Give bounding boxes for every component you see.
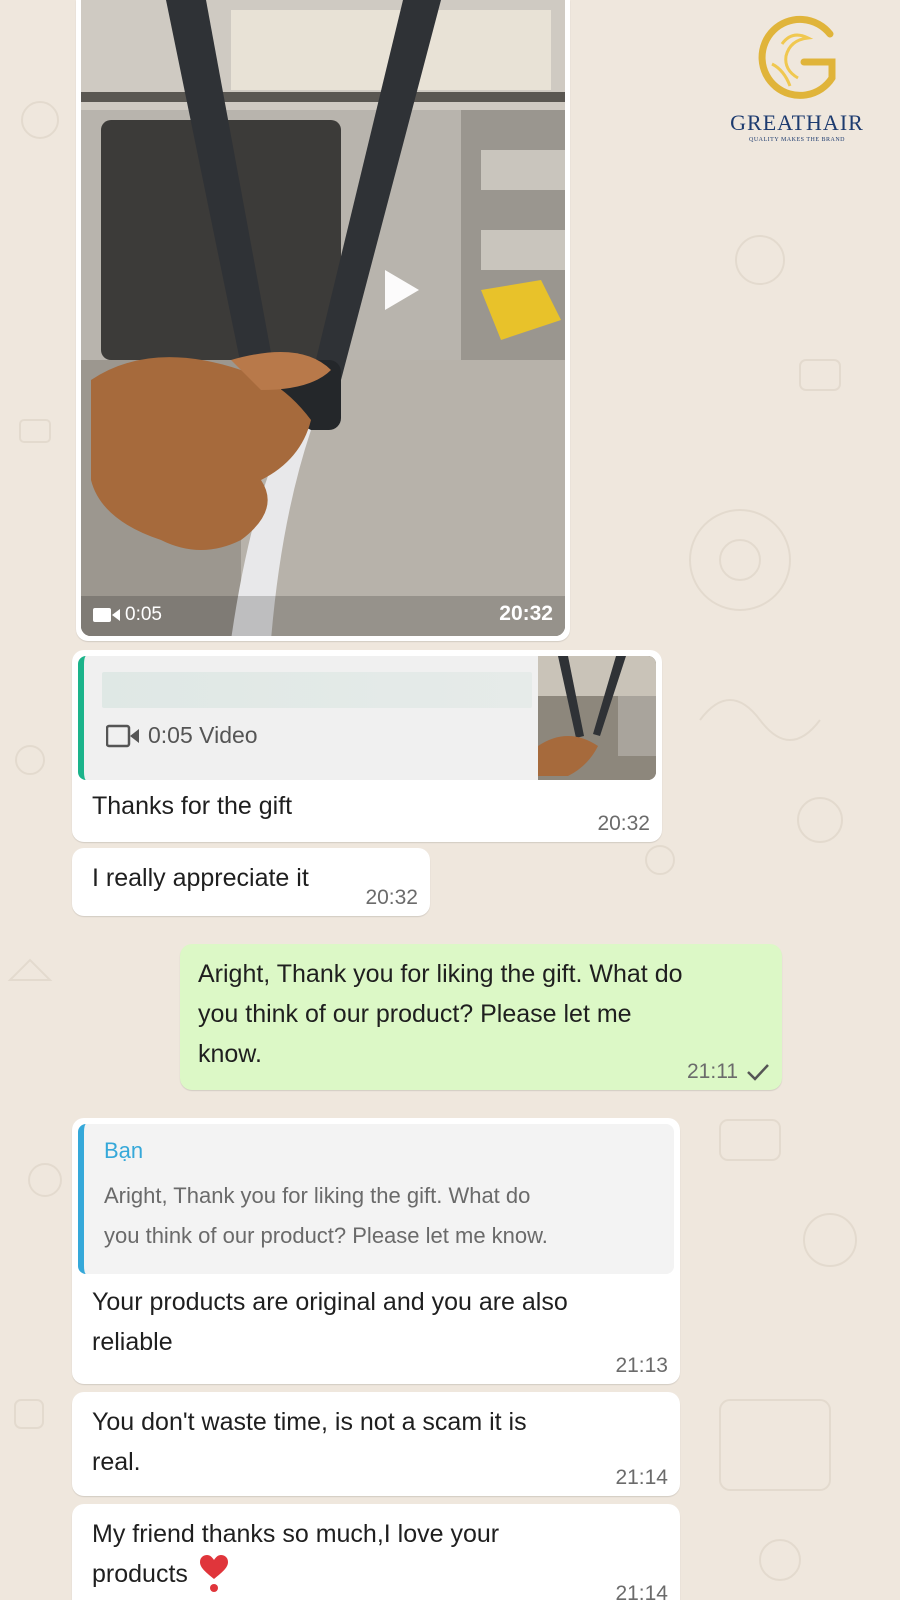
quoted-sender-redacted bbox=[102, 672, 532, 708]
check-icon bbox=[747, 1064, 769, 1081]
message-text: My friend thanks so much,I love your pro… bbox=[92, 1514, 499, 1594]
quoted-text: Aright, Thank you for liking the gift. W… bbox=[104, 1183, 548, 1248]
message-text: Your products are original and you are a… bbox=[92, 1288, 568, 1356]
message-incoming[interactable]: My friend thanks so much,I love your pro… bbox=[72, 1504, 680, 1600]
message-incoming[interactable]: I really appreciate it 20:32 bbox=[72, 848, 430, 916]
video-frame-image bbox=[81, 0, 565, 636]
message-text: I really appreciate it bbox=[92, 864, 309, 892]
message-reply-video[interactable]: 0:05 Video Thanks for the gift 20:32 bbox=[72, 650, 662, 842]
video-duration-text: 0:05 bbox=[125, 604, 162, 625]
message-timestamp: 21:13 bbox=[615, 1354, 668, 1377]
message-incoming[interactable]: You don't waste time, is not a scam it i… bbox=[72, 1392, 680, 1496]
message-timestamp: 20:32 bbox=[597, 812, 650, 835]
logo-tagline: QUALITY MAKES THE BRAND bbox=[749, 137, 845, 143]
message-text: You don't waste time, is not a scam it i… bbox=[92, 1408, 527, 1476]
video-thumbnail[interactable]: 0:05 20:32 bbox=[81, 0, 565, 636]
message-timestamp: 20:32 bbox=[365, 886, 418, 909]
message-timestamp: 21:14 bbox=[615, 1582, 668, 1600]
logo-wordmark: GREATHAIR bbox=[730, 110, 864, 135]
video-camera-icon bbox=[93, 608, 120, 622]
quoted-video-label: 0:05 Video bbox=[106, 722, 258, 749]
message-timestamp: 21:14 bbox=[615, 1466, 668, 1489]
quoted-message[interactable]: Bạn Aright, Thank you for liking the gif… bbox=[78, 1124, 674, 1274]
quoted-video-preview[interactable]: 0:05 Video bbox=[78, 656, 656, 780]
video-timestamp: 20:32 bbox=[499, 602, 553, 625]
message-reply-text[interactable]: Bạn Aright, Thank you for liking the gif… bbox=[72, 1118, 680, 1384]
message-timestamp: 21:11 bbox=[687, 1060, 770, 1084]
heart-exclamation-emoji bbox=[199, 1555, 228, 1592]
quoted-video-thumbnail bbox=[538, 656, 656, 780]
quoted-author: Bạn bbox=[104, 1138, 144, 1163]
quoted-video-text: 0:05 Video bbox=[148, 722, 258, 748]
play-icon[interactable] bbox=[381, 268, 421, 312]
video-duration: 0:05 bbox=[93, 604, 162, 626]
message-text: Thanks for the gift bbox=[92, 792, 293, 820]
video-message[interactable]: 0:05 20:32 bbox=[76, 0, 570, 641]
greathair-g-emblem-icon bbox=[758, 15, 836, 99]
message-outgoing[interactable]: Aright, Thank you for liking the gift. W… bbox=[180, 944, 782, 1090]
message-text: Aright, Thank you for liking the gift. W… bbox=[198, 960, 683, 1068]
video-camera-icon bbox=[106, 724, 139, 747]
brand-logo: GREATHAIR QUALITY MAKES THE BRAND bbox=[722, 14, 872, 143]
